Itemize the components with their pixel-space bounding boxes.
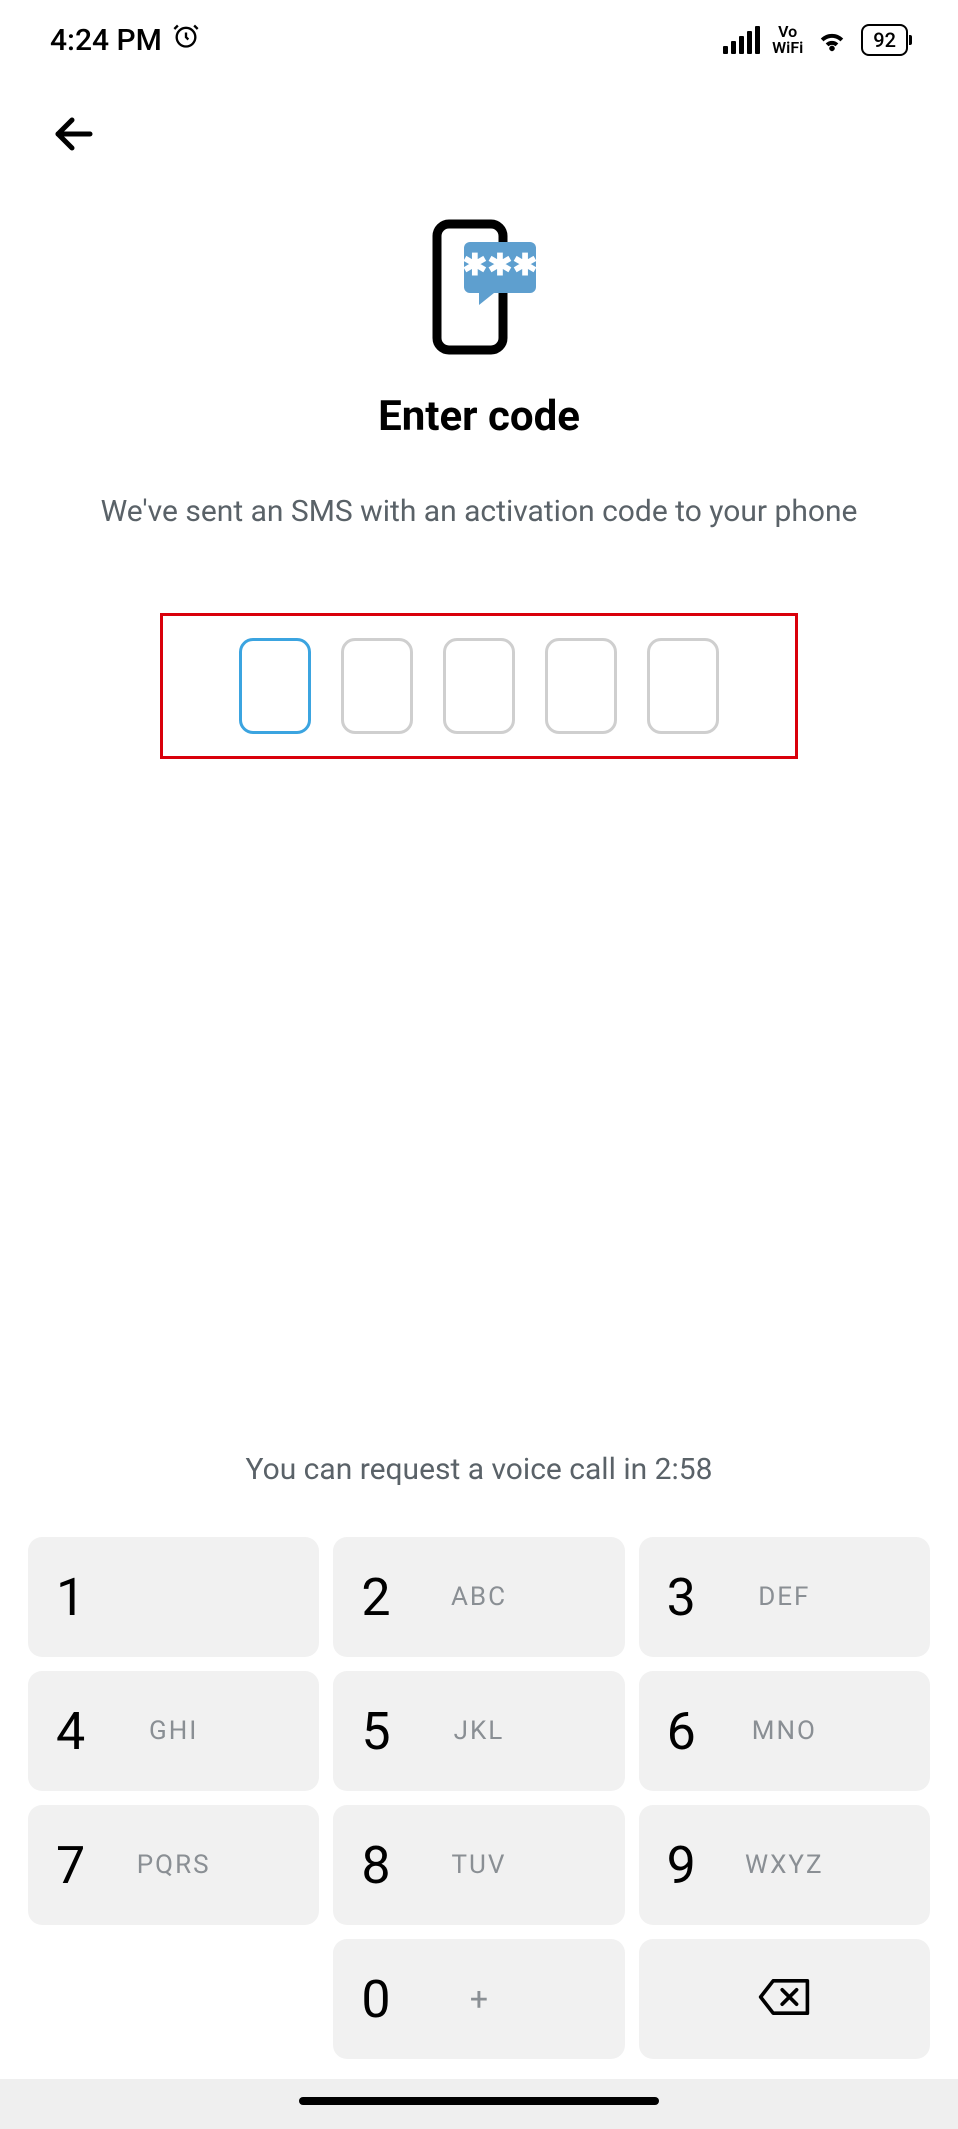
code-digit-4[interactable] (545, 638, 617, 734)
header (0, 80, 958, 172)
code-input-row (160, 613, 798, 759)
key-7[interactable]: 7 PQRS (28, 1805, 319, 1925)
code-digit-5[interactable] (647, 638, 719, 734)
alarm-icon (172, 22, 200, 58)
key-6[interactable]: 6 MNO (639, 1671, 930, 1791)
key-1[interactable]: 1 (28, 1537, 319, 1657)
code-illustration: ✱✱✱ (0, 172, 958, 392)
status-right: Vo WiFi 92 (723, 24, 908, 56)
key-2[interactable]: 2 ABC (333, 1537, 624, 1657)
status-time: 4:24 PM (50, 23, 162, 58)
key-3[interactable]: 3 DEF (639, 1537, 930, 1657)
page-subtitle: We've sent an SMS with an activation cod… (0, 491, 958, 613)
numeric-keypad: 1 2 ABC 3 DEF 4 GHI 5 JKL 6 MNO 7 PQRS 8… (0, 1537, 958, 2079)
code-digit-2[interactable] (341, 638, 413, 734)
key-9[interactable]: 9 WXYZ (639, 1805, 930, 1925)
nav-bar (0, 2079, 958, 2129)
status-bar: 4:24 PM Vo WiFi 92 (0, 0, 958, 80)
code-digit-1[interactable] (239, 638, 311, 734)
key-8[interactable]: 8 TUV (333, 1805, 624, 1925)
back-button[interactable] (50, 110, 908, 162)
page-title: Enter code (0, 392, 958, 491)
key-5[interactable]: 5 JKL (333, 1671, 624, 1791)
wifi-icon (815, 26, 849, 54)
vowifi-icon: Vo WiFi (772, 24, 803, 56)
key-4[interactable]: 4 GHI (28, 1671, 319, 1791)
key-backspace[interactable] (639, 1939, 930, 2059)
signal-icon (723, 26, 760, 54)
svg-text:✱✱✱: ✱✱✱ (462, 248, 537, 283)
key-empty (28, 1939, 319, 2059)
battery-icon: 92 (861, 24, 908, 56)
code-digit-3[interactable] (443, 638, 515, 734)
backspace-icon (757, 1977, 811, 2021)
status-left: 4:24 PM (50, 22, 200, 58)
voice-call-timer: You can request a voice call in 2:58 (0, 1422, 958, 1537)
key-0[interactable]: 0 + (333, 1939, 624, 2059)
nav-pill[interactable] (299, 2097, 659, 2105)
